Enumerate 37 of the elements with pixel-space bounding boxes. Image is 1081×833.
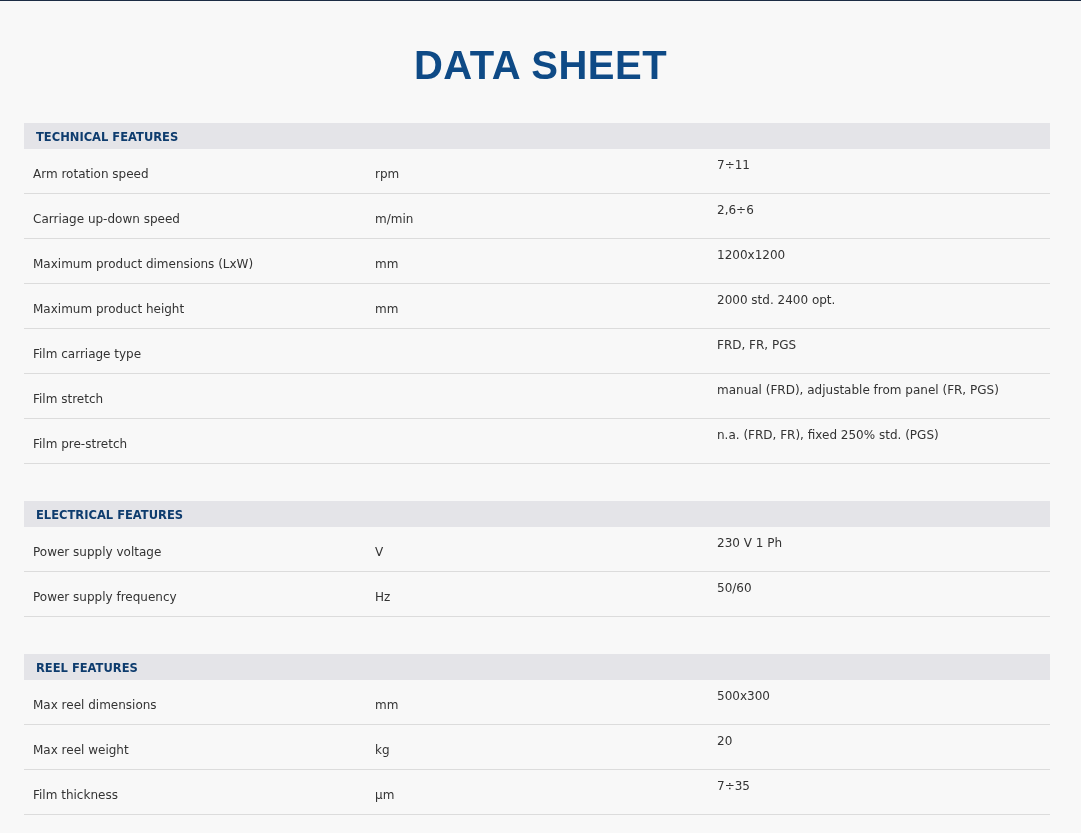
unit-label: µm (374, 787, 396, 804)
section-heading: TECHNICAL FEATURES (24, 123, 1050, 149)
feature-value: 230 V 1 Ph (716, 535, 784, 552)
feature-label: Max reel dimensions (32, 697, 158, 714)
unit-label: mm (374, 301, 400, 318)
feature-value: FRD, FR, PGS (716, 337, 798, 354)
feature-label: Carriage up-down speed (32, 211, 181, 228)
feature-label: Maximum product dimensions (LxW) (32, 256, 255, 273)
section-heading: REEL FEATURES (24, 654, 1050, 680)
feature-value: 50/60 (716, 580, 753, 597)
feature-value: 500x300 (716, 688, 771, 705)
feature-value: 7÷11 (716, 157, 751, 174)
unit-label: Hz (374, 589, 392, 606)
feature-value: 1200x1200 (716, 247, 787, 264)
unit-label: kg (374, 742, 391, 759)
unit-label: V (374, 544, 385, 561)
feature-label: Power supply frequency (32, 589, 178, 606)
feature-label: Maximum product height (32, 301, 186, 318)
feature-label: Film carriage type (32, 346, 143, 363)
unit-label: mm (374, 256, 400, 273)
feature-label: Film stretch (32, 391, 105, 408)
feature-value: 7÷35 (716, 778, 751, 795)
feature-label: Power supply voltage (32, 544, 163, 561)
feature-value: 2,6÷6 (716, 202, 755, 219)
feature-value: 2000 std. 2400 opt. (716, 292, 837, 309)
feature-label: Film thickness (32, 787, 119, 804)
unit-label: mm (374, 697, 400, 714)
feature-label: Max reel weight (32, 742, 130, 759)
page-title: DATA SHEET (412, 45, 669, 85)
feature-label: Film pre-stretch (32, 436, 129, 453)
feature-label: Arm rotation speed (32, 166, 150, 183)
unit-label: rpm (374, 166, 401, 183)
feature-value: n.a. (FRD, FR), fixed 250% std. (PGS) (716, 427, 940, 444)
section-heading: ELECTRICAL FEATURES (24, 501, 1050, 527)
unit-label: m/min (374, 211, 415, 228)
feature-value: manual (FRD), adjustable from panel (FR, PGS) (716, 382, 1000, 399)
feature-value: 20 (716, 733, 734, 750)
